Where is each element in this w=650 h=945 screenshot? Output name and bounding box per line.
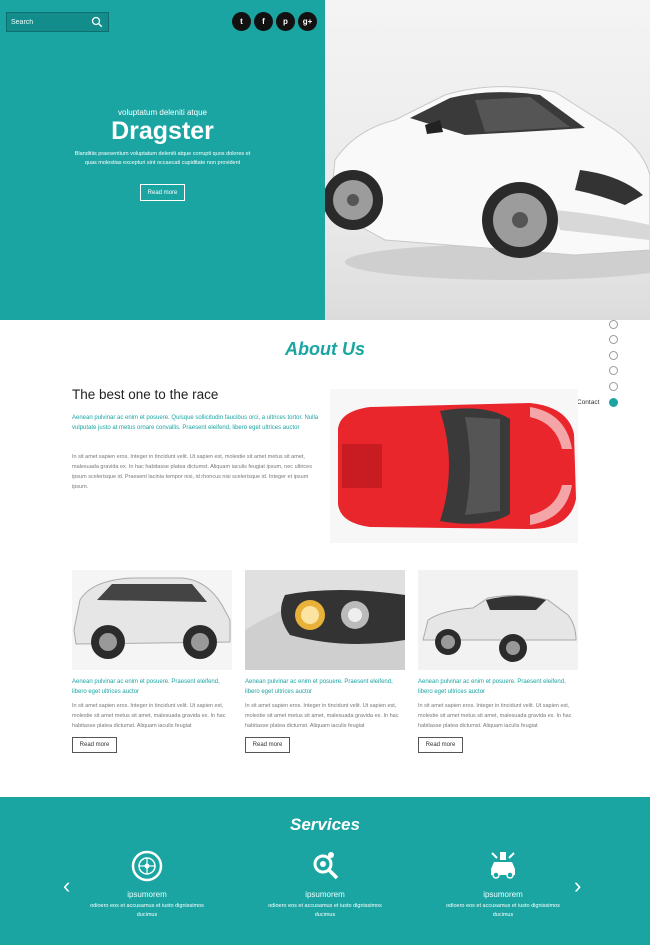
- nav-dot-contact[interactable]: [609, 398, 618, 407]
- services-title: Services: [290, 815, 360, 834]
- white-sports-car-image: [325, 86, 650, 280]
- suv-image: [72, 570, 232, 670]
- nav-dot-4[interactable]: [609, 366, 618, 375]
- feature-card-3: Aenean pulvinar ac enim et posuere. Prae…: [418, 570, 578, 753]
- card-read-more-button[interactable]: Read more: [418, 737, 463, 753]
- red-car-top-view-image: [330, 389, 578, 543]
- hero-subtitle: voluptatum deleniti atque: [118, 108, 207, 117]
- about-body-text: In sit amet sapien eros. Integer in tinc…: [72, 454, 312, 490]
- service-title: ipsumorem: [127, 890, 167, 899]
- service-text: odioero eos et accusamus et iusto dignis…: [268, 903, 382, 918]
- nav-dot-1[interactable]: [609, 320, 618, 329]
- hero-text: Blanditiis praesentium voluptatum deleni…: [74, 151, 251, 166]
- search-icon[interactable]: [91, 16, 103, 28]
- service-title: ipsumorem: [305, 890, 345, 899]
- search-input[interactable]: [7, 13, 89, 31]
- google-plus-icon[interactable]: g+: [298, 12, 317, 31]
- twitter-icon[interactable]: t: [232, 12, 251, 31]
- search-box: [6, 12, 109, 32]
- card-read-more-button[interactable]: Read more: [245, 737, 290, 753]
- nav-dot-tooltip: Contact: [574, 398, 603, 407]
- search-gear-icon: [313, 852, 339, 880]
- card-highlight-text: Aenean pulvinar ac enim et posuere. Prae…: [418, 679, 566, 695]
- card-body-text: In sit amet sapien eros. Integer in tinc…: [245, 703, 399, 729]
- services-section: Services ‹ › ipsumorem odioero eos et ac…: [0, 797, 650, 945]
- service-title: ipsumorem: [483, 890, 523, 899]
- pinterest-icon[interactable]: p: [276, 12, 295, 31]
- card-highlight-text: Aenean pulvinar ac enim et posuere. Prae…: [245, 679, 393, 695]
- wheel-icon: [131, 850, 163, 882]
- card-body-text: In sit amet sapien eros. Integer in tinc…: [72, 703, 226, 729]
- carousel-next-arrow-icon[interactable]: ›: [574, 873, 581, 899]
- facebook-icon[interactable]: f: [254, 12, 273, 31]
- service-text: odioero eos et accusamus et iusto dignis…: [446, 903, 560, 918]
- headlight-image: [245, 570, 405, 670]
- car-service-icon: [491, 852, 515, 879]
- service-text: odioero eos et accusamus et iusto dignis…: [90, 903, 204, 918]
- social-links: t f p g+: [232, 12, 317, 31]
- hero-panel: t f p g+ voluptatum deleniti atque Drags…: [0, 0, 325, 320]
- card-body-text: In sit amet sapien eros. Integer in tinc…: [418, 703, 572, 729]
- about-highlight-text: Aenean pulvinar ac enim et posuere. Quis…: [72, 415, 319, 431]
- convertible-image: [418, 570, 578, 670]
- carousel-prev-arrow-icon[interactable]: ‹: [63, 873, 70, 899]
- nav-dot-5[interactable]: [609, 382, 618, 391]
- about-title: About Us: [285, 339, 365, 359]
- hero-section: t f p g+ voluptatum deleniti atque Drags…: [0, 0, 650, 320]
- card-highlight-text: Aenean pulvinar ac enim et posuere. Prae…: [72, 679, 220, 695]
- service-item-2: ipsumorem odioero eos et accusamus et iu…: [265, 849, 385, 920]
- feature-card-2: Aenean pulvinar ac enim et posuere. Prae…: [245, 570, 405, 753]
- hero-title: Dragster: [111, 117, 214, 145]
- hero-read-more-button[interactable]: Read more: [140, 184, 185, 201]
- service-item-1: ipsumorem odioero eos et accusamus et iu…: [87, 849, 207, 920]
- about-heading: The best one to the race: [72, 387, 219, 402]
- service-item-3: ipsumorem odioero eos et accusamus et iu…: [443, 849, 563, 920]
- card-read-more-button[interactable]: Read more: [72, 737, 117, 753]
- feature-card-1: Aenean pulvinar ac enim et posuere. Prae…: [72, 570, 232, 753]
- hero-car-image: [325, 0, 650, 320]
